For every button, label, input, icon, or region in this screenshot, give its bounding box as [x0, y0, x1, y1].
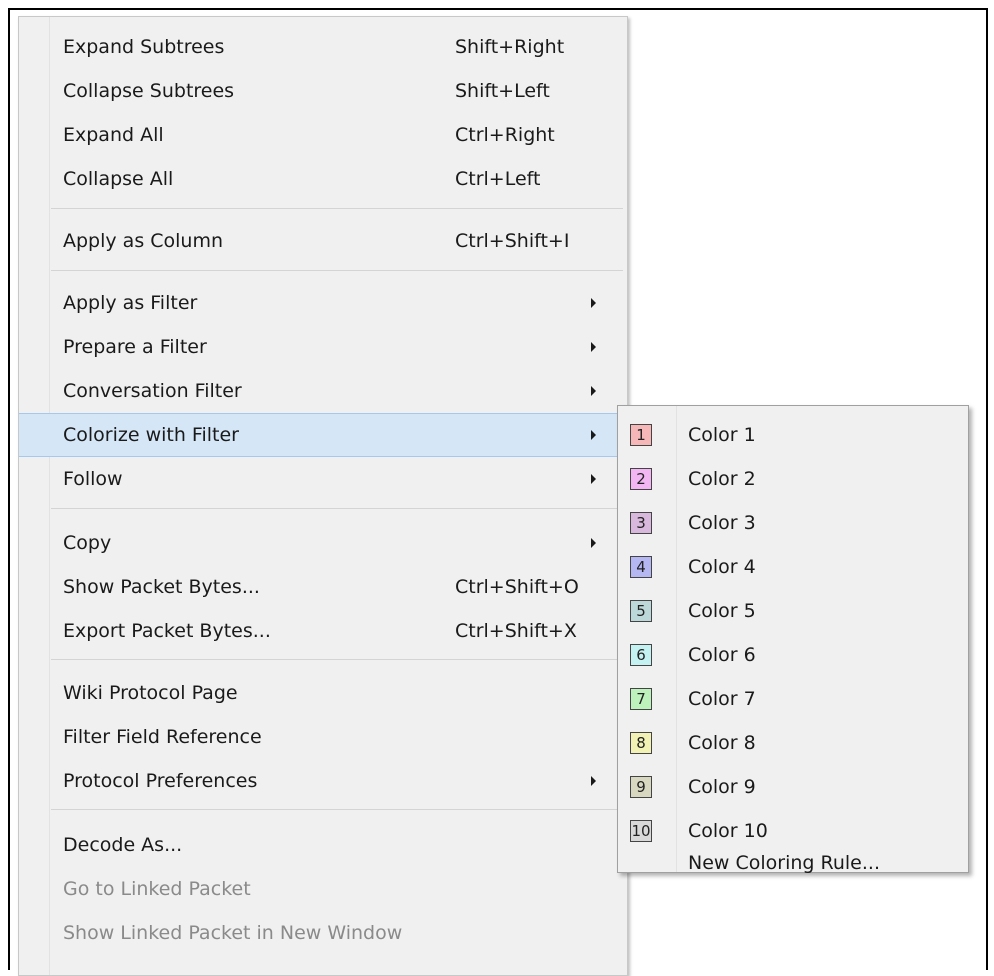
menu-item-label: Collapse Subtrees: [63, 80, 235, 102]
submenu-item-label: Color 10: [688, 820, 768, 842]
menu-item-follow[interactable]: Follow: [19, 457, 627, 501]
menu-item-label: Apply as Column: [63, 230, 224, 252]
submenu-arrow-icon: [591, 538, 596, 548]
color-swatch-icon: 5: [630, 600, 652, 622]
submenu-arrow-icon: [591, 342, 596, 352]
submenu-item-color-4[interactable]: 4 Color 4: [618, 546, 968, 590]
menu-item-label: Prepare a Filter: [63, 336, 207, 358]
submenu-item-label: Color 8: [688, 732, 756, 754]
submenu-arrow-icon: [591, 474, 596, 484]
menu-item-label: Protocol Preferences: [63, 770, 258, 792]
menu-item-label: Collapse All: [63, 168, 174, 190]
menu-item-shortcut: Ctrl+Left: [455, 168, 541, 190]
submenu-item-label: Color 4: [688, 556, 756, 578]
colorize-submenu: 1 Color 1 2 Color 2 3 Color 3 4 Color 4 …: [617, 405, 969, 874]
submenu-arrow-icon: [591, 776, 596, 786]
submenu-item-label: Color 7: [688, 688, 756, 710]
submenu-item-label: Color 6: [688, 644, 756, 666]
submenu-item-color-2[interactable]: 2 Color 2: [618, 458, 968, 502]
menu-item-decode-as[interactable]: Decode As...: [19, 823, 627, 867]
menu-item-label: Expand Subtrees: [63, 36, 225, 58]
submenu-item-label: Color 5: [688, 600, 756, 622]
menu-item-show-linked-packet-in-new-window: Show Linked Packet in New Window: [19, 911, 627, 955]
menu-item-label: Filter Field Reference: [63, 726, 262, 748]
color-swatch-icon: 1: [630, 424, 652, 446]
menu-separator: [51, 659, 623, 660]
menu-item-filter-field-reference[interactable]: Filter Field Reference: [19, 715, 627, 759]
menu-item-shortcut: Ctrl+Shift+X: [455, 620, 577, 642]
menu-item-label: Follow: [63, 468, 123, 490]
color-swatch-icon: 3: [630, 512, 652, 534]
menu-separator: [51, 270, 623, 271]
menu-item-label: Export Packet Bytes...: [63, 620, 271, 642]
submenu-item-label: New Coloring Rule...: [688, 852, 880, 874]
color-swatch-icon: 9: [630, 776, 652, 798]
submenu-item-color-9[interactable]: 9 Color 9: [618, 766, 968, 810]
submenu-item-color-7[interactable]: 7 Color 7: [618, 678, 968, 722]
color-swatch-icon: 10: [630, 820, 652, 842]
context-menu: Expand Subtrees Shift+Right Collapse Sub…: [18, 16, 628, 976]
color-swatch-icon: 4: [630, 556, 652, 578]
submenu-arrow-icon: [591, 386, 596, 396]
menu-item-label: Decode As...: [63, 834, 183, 856]
color-swatch-icon: 6: [630, 644, 652, 666]
menu-item-prepare-a-filter[interactable]: Prepare a Filter: [19, 325, 627, 369]
menu-item-go-to-linked-packet: Go to Linked Packet: [19, 867, 627, 911]
menu-item-conversation-filter[interactable]: Conversation Filter: [19, 369, 627, 413]
color-swatch-icon: 2: [630, 468, 652, 490]
color-swatch-icon: 7: [630, 688, 652, 710]
menu-item-shortcut: Ctrl+Shift+I: [455, 230, 570, 252]
submenu-item-color-8[interactable]: 8 Color 8: [618, 722, 968, 766]
menu-separator: [51, 809, 623, 810]
menu-item-colorize-with-filter[interactable]: Colorize with Filter: [19, 413, 627, 457]
menu-item-label: Copy: [63, 532, 112, 554]
menu-item-wiki-protocol-page[interactable]: Wiki Protocol Page: [19, 671, 627, 715]
menu-item-expand-subtrees[interactable]: Expand Subtrees Shift+Right: [19, 25, 627, 69]
submenu-arrow-icon: [591, 430, 596, 440]
submenu-item-label: Color 3: [688, 512, 756, 534]
menu-item-collapse-all[interactable]: Collapse All Ctrl+Left: [19, 157, 627, 201]
menu-item-expand-all[interactable]: Expand All Ctrl+Right: [19, 113, 627, 157]
menu-separator: [51, 208, 623, 209]
menu-item-export-packet-bytes[interactable]: Export Packet Bytes... Ctrl+Shift+X: [19, 609, 627, 653]
submenu-arrow-icon: [591, 298, 596, 308]
menu-item-label: Go to Linked Packet: [63, 878, 251, 900]
menu-item-shortcut: Shift+Right: [455, 36, 565, 58]
color-swatch-icon: 8: [630, 732, 652, 754]
submenu-item-color-3[interactable]: 3 Color 3: [618, 502, 968, 546]
submenu-item-new-coloring-rule[interactable]: New Coloring Rule...: [618, 842, 968, 886]
menu-item-label: Show Linked Packet in New Window: [63, 922, 403, 944]
menu-item-shortcut: Ctrl+Shift+O: [455, 576, 579, 598]
submenu-item-color-1[interactable]: 1 Color 1: [618, 414, 968, 458]
submenu-item-color-5[interactable]: 5 Color 5: [618, 590, 968, 634]
menu-item-collapse-subtrees[interactable]: Collapse Subtrees Shift+Left: [19, 69, 627, 113]
menu-item-protocol-preferences[interactable]: Protocol Preferences: [19, 759, 627, 803]
menu-item-apply-as-filter[interactable]: Apply as Filter: [19, 281, 627, 325]
menu-item-label: Apply as Filter: [63, 292, 198, 314]
menu-item-label: Wiki Protocol Page: [63, 682, 238, 704]
submenu-item-label: Color 1: [688, 424, 756, 446]
menu-item-show-packet-bytes[interactable]: Show Packet Bytes... Ctrl+Shift+O: [19, 565, 627, 609]
submenu-item-label: Color 2: [688, 468, 756, 490]
menu-item-shortcut: Shift+Left: [455, 80, 550, 102]
menu-item-label: Colorize with Filter: [63, 424, 239, 446]
menu-item-copy[interactable]: Copy: [19, 521, 627, 565]
menu-item-apply-as-column[interactable]: Apply as Column Ctrl+Shift+I: [19, 219, 627, 263]
submenu-item-label: Color 9: [688, 776, 756, 798]
menu-item-label: Conversation Filter: [63, 380, 242, 402]
menu-item-label: Show Packet Bytes...: [63, 576, 260, 598]
menu-item-shortcut: Ctrl+Right: [455, 124, 555, 146]
menu-item-label: Expand All: [63, 124, 164, 146]
menu-separator: [51, 508, 623, 509]
submenu-item-color-6[interactable]: 6 Color 6: [618, 634, 968, 678]
